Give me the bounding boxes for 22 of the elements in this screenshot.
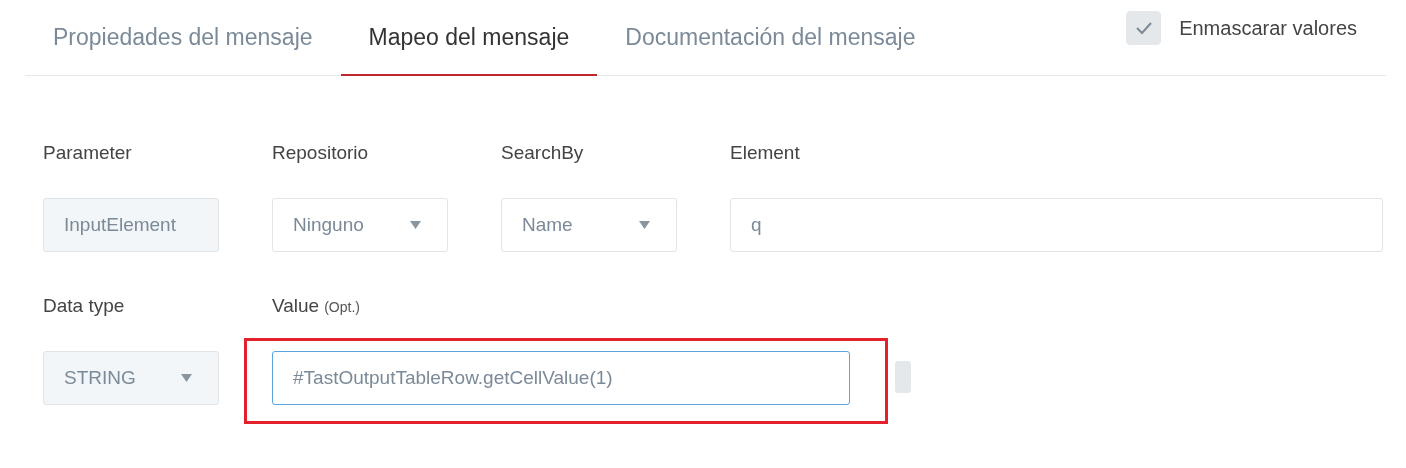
mask-checkbox[interactable] [1126,11,1162,45]
caret-icon [181,374,192,382]
field-label: SearchBy [501,142,584,164]
dropdown[interactable]: Name [501,198,677,252]
input-field[interactable]: #TastOutputTableRow.getCellValue(1) [272,351,850,405]
checkbox-label: Enmascarar valores [1179,16,1357,40]
caret-icon [410,221,421,229]
optional-note: (Opt.) [324,299,360,315]
checkmark-icon [1134,21,1153,35]
tab[interactable]: Propiedades del mensaje [25,0,341,76]
field-label: Repositorio [272,142,369,164]
field-label: Element [730,142,800,164]
field-label: Data type [43,295,125,317]
input-field[interactable]: q [730,198,1383,252]
readonly-field: InputElement [43,198,219,252]
dropdown[interactable]: STRING [43,351,219,405]
tab[interactable]: Documentación del mensaje [597,0,944,76]
dropdown[interactable]: Ninguno [272,198,448,252]
field-label: Value [272,295,320,317]
caret-icon [639,221,650,229]
field-label: Parameter [43,142,132,164]
tab[interactable]: Mapeo del mensaje [340,0,598,76]
